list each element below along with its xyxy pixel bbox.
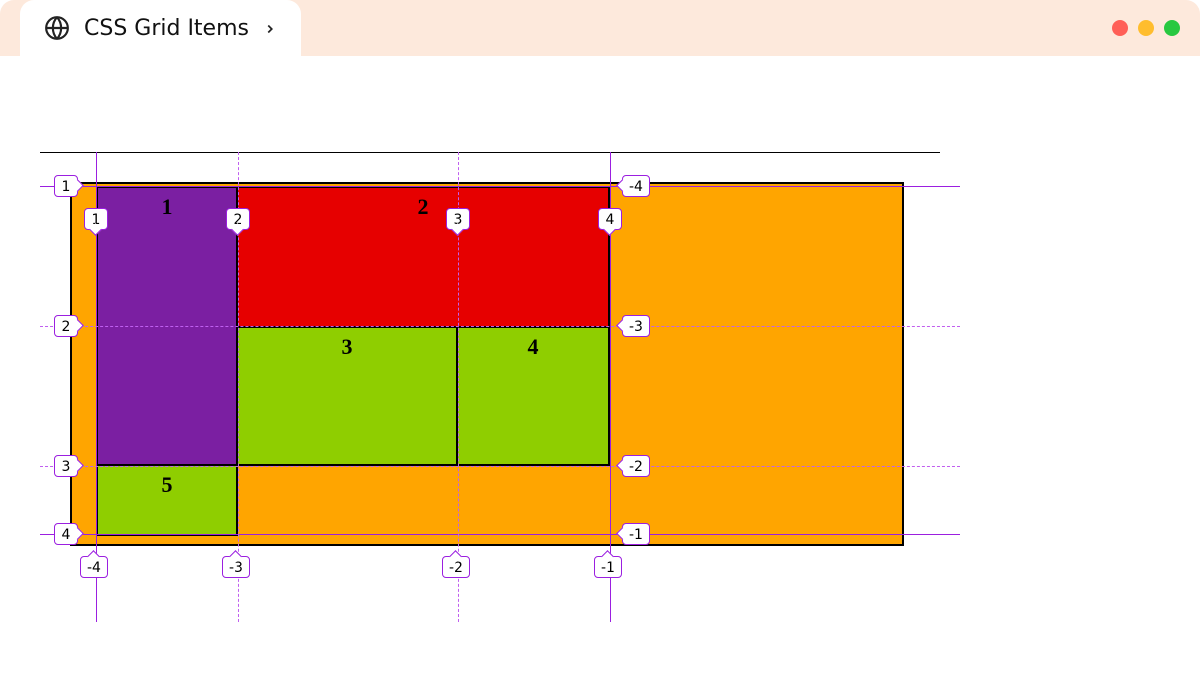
browser-tab[interactable]: CSS Grid Items <box>20 0 301 56</box>
col-label-neg1: -1 <box>594 556 622 578</box>
col-label-2: 2 <box>226 208 250 230</box>
chevron-right-icon <box>263 21 277 35</box>
titlebar: CSS Grid Items <box>0 0 1200 56</box>
row-line-4 <box>40 534 960 535</box>
row-label-neg4: -4 <box>622 175 650 197</box>
grid-item-4: 4 <box>456 326 610 466</box>
col-label-neg3: -3 <box>222 556 250 578</box>
close-dot[interactable] <box>1112 20 1128 36</box>
grid-diagram: 1 2 3 4 5 1 2 3 4 -4 -3 -2 -1 <box>40 152 960 622</box>
col-label-4: 4 <box>598 208 622 230</box>
window-controls <box>1112 20 1180 36</box>
row-line-3 <box>40 466 960 467</box>
globe-icon <box>44 15 70 41</box>
tab-title: CSS Grid Items <box>84 16 249 41</box>
grid-item-3: 3 <box>236 326 458 466</box>
row-label-2: 2 <box>54 315 78 337</box>
col-label-neg4: -4 <box>80 556 108 578</box>
minimize-dot[interactable] <box>1138 20 1154 36</box>
row-label-neg1: -1 <box>622 523 650 545</box>
col-label-3: 3 <box>446 208 470 230</box>
row-line-1 <box>40 186 960 187</box>
page-body: 1 2 3 4 5 1 2 3 4 -4 -3 -2 -1 <box>0 56 1200 76</box>
col-label-neg2: -2 <box>442 556 470 578</box>
row-label-1: 1 <box>54 175 78 197</box>
grid-item-5: 5 <box>96 464 238 536</box>
row-label-neg2: -2 <box>622 455 650 477</box>
row-label-neg3: -3 <box>622 315 650 337</box>
grid-item-2: 2 <box>236 186 610 328</box>
row-label-4: 4 <box>54 523 78 545</box>
col-label-1: 1 <box>84 208 108 230</box>
row-line-2 <box>40 326 960 327</box>
maximize-dot[interactable] <box>1164 20 1180 36</box>
row-label-3: 3 <box>54 455 78 477</box>
